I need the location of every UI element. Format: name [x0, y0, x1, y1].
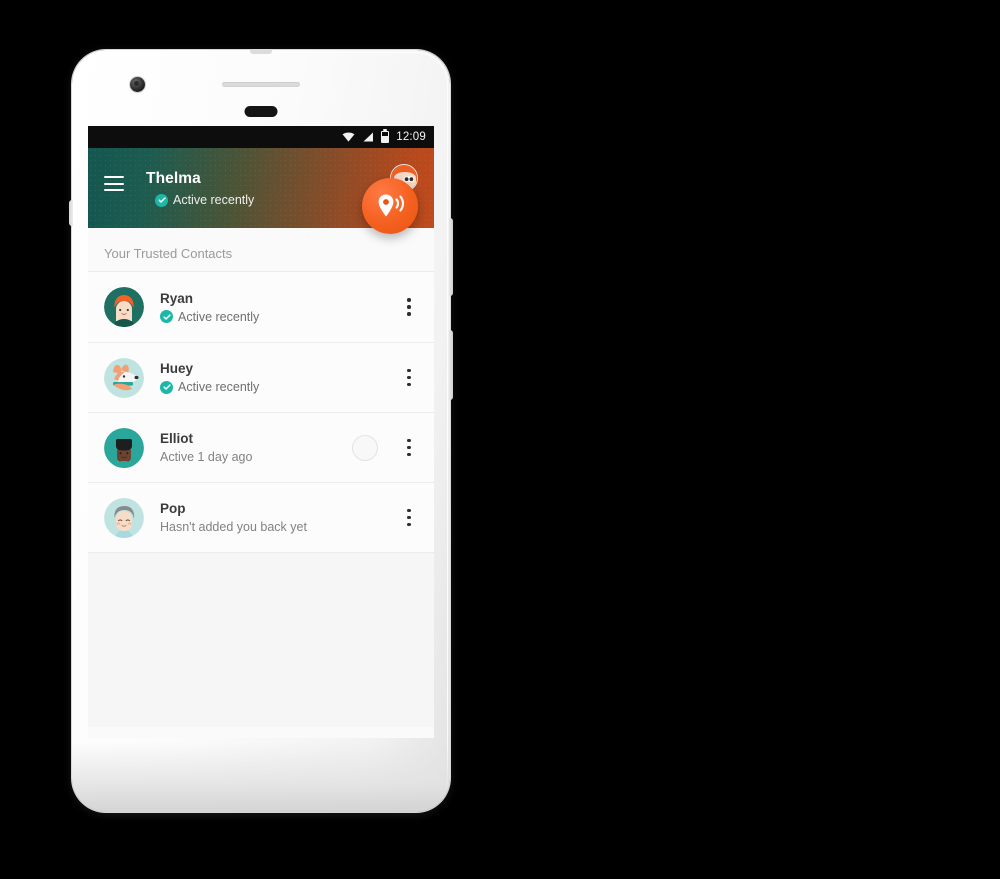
- contact-name: Pop: [160, 501, 186, 516]
- cellular-signal-icon: [362, 132, 374, 142]
- touch-ripple-indicator: [352, 434, 378, 461]
- list-item[interactable]: Ryan Active recently: [88, 272, 434, 342]
- page-title: Thelma: [146, 170, 201, 187]
- status-bar-clock: 12:09: [396, 131, 426, 143]
- phone-screen: 12:09 Thelma Active recently Your Truste…: [88, 126, 434, 738]
- contact-status-label: Active recently: [178, 380, 260, 394]
- avatar-pop: [104, 497, 144, 538]
- empty-list-area: [88, 553, 434, 727]
- contact-name: Ryan: [160, 290, 194, 306]
- overflow-menu-icon[interactable]: [392, 283, 426, 331]
- overflow-menu-icon[interactable]: [392, 494, 426, 542]
- contact-status: Active recently: [160, 380, 392, 394]
- user-status: Active recently: [155, 193, 254, 207]
- verified-check-icon: [160, 380, 173, 394]
- location-broadcast-icon: [378, 194, 405, 217]
- front-camera-icon: [130, 77, 145, 92]
- section-title: Your Trusted Contacts: [88, 228, 434, 271]
- screenshot-stage: 12:09 Thelma Active recently Your Truste…: [0, 0, 1000, 879]
- contact-status-label: Active 1 day ago: [160, 450, 253, 464]
- phone-antenna-nub: [250, 49, 272, 54]
- overflow-menu-icon[interactable]: [392, 424, 426, 472]
- contact-status: Hasn't added you back yet: [160, 520, 392, 534]
- trusted-contacts-list: Ryan Active recently Huey Active recentl…: [88, 271, 434, 553]
- power-button[interactable]: [449, 218, 453, 296]
- list-item-text: Pop Hasn't added you back yet: [160, 501, 392, 534]
- contact-status-label: Active recently: [178, 309, 260, 324]
- sim-tray: [69, 200, 73, 226]
- overflow-menu-icon[interactable]: [392, 354, 426, 402]
- list-item[interactable]: Huey Active recently: [88, 342, 434, 412]
- battery-icon: [381, 129, 390, 143]
- contact-name: Huey: [160, 361, 194, 376]
- avatar-elliot: [104, 427, 144, 468]
- volume-rocker-button[interactable]: [449, 330, 453, 400]
- earpiece-speaker: [222, 82, 300, 87]
- hamburger-menu-icon[interactable]: [104, 176, 124, 191]
- phone-bottom-bezel: [72, 742, 450, 812]
- list-item[interactable]: Pop Hasn't added you back yet: [88, 482, 434, 552]
- broadcast-location-fab[interactable]: [362, 178, 418, 234]
- sensor-pill: [244, 106, 278, 117]
- status-bar: 12:09: [88, 126, 434, 148]
- contact-status: Active recently: [160, 310, 392, 324]
- verified-check-icon: [155, 193, 168, 207]
- verified-check-icon: [160, 310, 173, 323]
- list-item-text: Huey Active recently: [160, 361, 392, 394]
- avatar-ryan: [104, 287, 144, 327]
- contact-status-label: Hasn't added you back yet: [160, 520, 307, 534]
- list-item[interactable]: Elliot Active 1 day ago: [88, 412, 434, 482]
- wifi-icon: [342, 132, 355, 142]
- user-status-label: Active recently: [173, 193, 255, 207]
- list-item-text: Ryan Active recently: [160, 291, 392, 324]
- phone-device-frame: 12:09 Thelma Active recently Your Truste…: [69, 49, 453, 812]
- app-bar-user-block: Thelma Active recently: [146, 170, 254, 207]
- avatar-huey-dog: [104, 357, 144, 398]
